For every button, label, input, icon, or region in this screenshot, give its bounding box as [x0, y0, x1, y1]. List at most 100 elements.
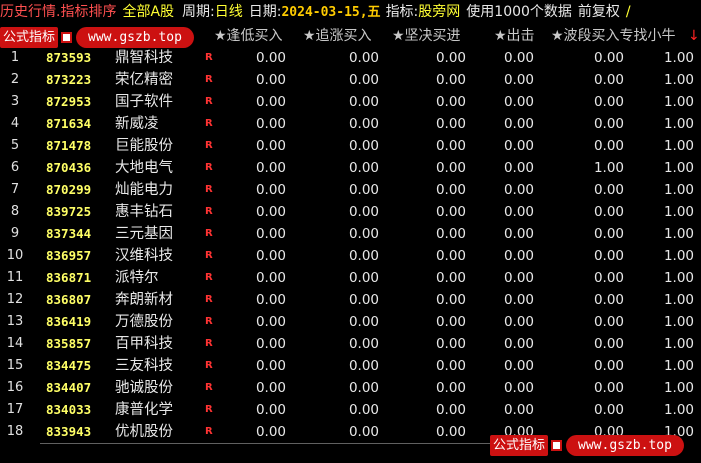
last-value: 1.00	[663, 50, 694, 66]
adjust-mode[interactable]: 前复权	[578, 1, 620, 23]
chase-up-value: 0.00	[348, 402, 379, 418]
row-index: 16	[6, 380, 24, 395]
last-value: 1.00	[663, 94, 694, 110]
swing-buy-value: 0.00	[593, 358, 624, 374]
margin-flag: R	[205, 316, 213, 327]
window-title: 历史行情.指标排序	[0, 4, 117, 20]
column-header-strike[interactable]: ★出击	[494, 26, 535, 46]
buy-low-value: 0.00	[255, 50, 286, 66]
stock-name: 奔朗新材	[115, 292, 173, 308]
strike-value: 0.00	[503, 380, 534, 396]
margin-flag: R	[205, 206, 213, 217]
margin-flag: R	[205, 272, 213, 283]
sort-desc-icon[interactable]: ↓	[688, 26, 700, 46]
margin-flag: R	[205, 404, 213, 415]
stock-name: 百甲科技	[115, 336, 173, 352]
column-header-chase-up[interactable]: ★追涨买入	[303, 26, 372, 46]
table-bottom-divider	[40, 443, 490, 444]
market-selector[interactable]: 全部A股	[122, 1, 174, 23]
table-row[interactable]: 7 870299 灿能电力 R 0.00 0.00 0.00 0.00 0.00 1.00	[0, 179, 701, 201]
stock-code: 835857	[46, 336, 92, 351]
stock-code: 836807	[46, 292, 92, 307]
stock-name: 新威凌	[115, 116, 159, 132]
firm-buy-value: 0.00	[435, 402, 466, 418]
margin-flag: R	[205, 118, 213, 129]
margin-flag: R	[205, 162, 213, 173]
column-header-swing-buy[interactable]: ★波段买入专找小牛	[551, 26, 676, 46]
table-row[interactable]: 2 873223 荣亿精密 R 0.00 0.00 0.00 0.00 0.00 1.00	[0, 69, 701, 91]
firm-buy-value: 0.00	[435, 94, 466, 110]
buy-low-value: 0.00	[255, 292, 286, 308]
strike-value: 0.00	[503, 116, 534, 132]
period-label: 周期:	[182, 4, 215, 20]
firm-buy-value: 0.00	[435, 72, 466, 88]
last-value: 1.00	[663, 248, 694, 264]
buy-low-value: 0.00	[255, 182, 286, 198]
margin-flag: R	[205, 184, 213, 195]
table-row[interactable]: 13 836419 万德股份 R 0.00 0.00 0.00 0.00 0.00 1.00	[0, 311, 701, 333]
row-index: 6	[10, 160, 20, 175]
period-value[interactable]: 日线	[215, 1, 243, 23]
date-value[interactable]: 2024-03-15,五	[281, 2, 380, 24]
last-value: 1.00	[663, 138, 694, 154]
stock-name: 三元基因	[115, 226, 173, 242]
strike-value: 0.00	[503, 72, 534, 88]
buy-low-value: 0.00	[255, 226, 286, 242]
table-row[interactable]: 5 871478 巨能股份 R 0.00 0.00 0.00 0.00 0.00 1.00	[0, 135, 701, 157]
row-index: 4	[10, 116, 20, 131]
last-value: 1.00	[663, 314, 694, 330]
firm-buy-value: 0.00	[435, 138, 466, 154]
column-header-firm-buy[interactable]: ★坚决买进	[392, 26, 461, 46]
swing-buy-value: 0.00	[593, 138, 624, 154]
firm-buy-value: 0.00	[435, 116, 466, 132]
swing-buy-value: 0.00	[593, 116, 624, 132]
stock-name: 大地电气	[115, 160, 173, 176]
strike-value: 0.00	[503, 336, 534, 352]
stock-name: 鼎智科技	[115, 50, 173, 66]
stock-code: 834475	[46, 358, 92, 373]
buy-low-value: 0.00	[255, 204, 286, 220]
table-row[interactable]: 8 839725 惠丰钻石 R 0.00 0.00 0.00 0.00 0.00 1.00	[0, 201, 701, 223]
chase-up-value: 0.00	[348, 336, 379, 352]
chase-up-value: 0.00	[348, 314, 379, 330]
stock-name: 国子软件	[115, 94, 173, 110]
firm-buy-value: 0.00	[435, 204, 466, 220]
chase-up-value: 0.00	[348, 182, 379, 198]
buy-low-value: 0.00	[255, 160, 286, 176]
table-row[interactable]: 11 836871 派特尔 R 0.00 0.00 0.00 0.00 0.00 1.00	[0, 267, 701, 289]
date-label: 日期:	[248, 4, 282, 20]
table-row[interactable]: 15 834475 三友科技 R 0.00 0.00 0.00 0.00 0.00 1.00	[0, 355, 701, 377]
stock-name: 荣亿精密	[115, 72, 173, 88]
stock-name: 康普化学	[115, 402, 173, 418]
table-row[interactable]: 17 834033 康普化学 R 0.00 0.00 0.00 0.00 0.00 1.00	[0, 399, 701, 421]
chase-up-value: 0.00	[348, 94, 379, 110]
indicator-value[interactable]: 股旁网	[418, 1, 460, 23]
table-row[interactable]: 14 835857 百甲科技 R 0.00 0.00 0.00 0.00 0.00 1.00	[0, 333, 701, 355]
last-value: 1.00	[663, 336, 694, 352]
table-row[interactable]: 6 870436 大地电气 R 0.00 0.00 0.00 0.00 1.00 1.00	[0, 157, 701, 179]
strike-value: 0.00	[503, 402, 534, 418]
table-row[interactable]: 3 872953 国子软件 R 0.00 0.00 0.00 0.00 0.00 1.00	[0, 91, 701, 113]
table-row[interactable]: 4 871634 新威凌 R 0.00 0.00 0.00 0.00 0.00 1.00	[0, 113, 701, 135]
stock-code: 834407	[46, 380, 92, 395]
firm-buy-value: 0.00	[435, 226, 466, 242]
firm-buy-value: 0.00	[435, 424, 466, 440]
swing-buy-value: 0.00	[593, 402, 624, 418]
margin-flag: R	[205, 426, 213, 437]
stock-code: 837344	[46, 226, 92, 241]
row-index: 13	[6, 314, 24, 329]
table-row[interactable]: 12 836807 奔朗新材 R 0.00 0.00 0.00 0.00 0.00 1.00	[0, 289, 701, 311]
table-row[interactable]: 9 837344 三元基因 R 0.00 0.00 0.00 0.00 0.00 1.00	[0, 223, 701, 245]
column-header: ★逢低买入 ★追涨买入 ★坚决买进 ★出击 ★波段买入专找小牛 ↓	[0, 26, 701, 46]
stock-code: 839725	[46, 204, 92, 219]
stock-code: 834033	[46, 402, 92, 417]
stock-code: 872953	[46, 94, 92, 109]
stock-code: 871634	[46, 116, 92, 131]
column-header-buy-low[interactable]: ★逢低买入	[214, 26, 283, 46]
table-row[interactable]: 10 836957 汉维科技 R 0.00 0.00 0.00 0.00 0.00 1.00	[0, 245, 701, 267]
stock-name: 三友科技	[115, 358, 173, 374]
table-row[interactable]: 16 834407 驰诚股份 R 0.00 0.00 0.00 0.00 0.00 1.00	[0, 377, 701, 399]
strike-value: 0.00	[503, 226, 534, 242]
table-row[interactable]: 1 873593 鼎智科技 R 0.00 0.00 0.00 0.00 0.00 1.00	[0, 47, 701, 69]
row-index: 14	[6, 336, 24, 351]
